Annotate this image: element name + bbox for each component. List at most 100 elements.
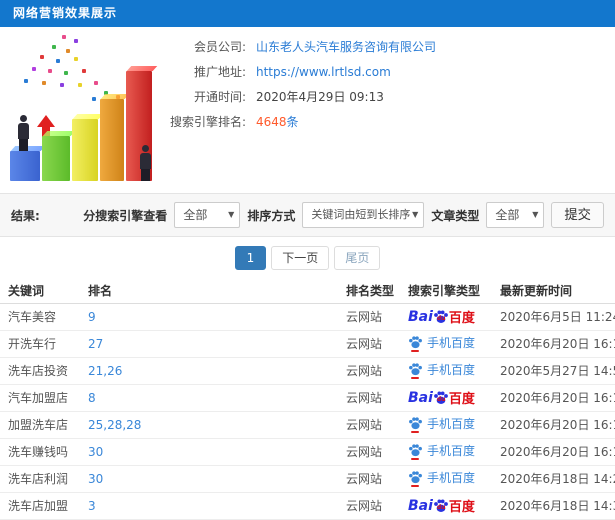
page-title: 网络营销效果展示 <box>0 0 615 27</box>
baidu-logo: Bai du 百度 <box>408 308 475 327</box>
col-engine-type: 搜索引擎类型 <box>404 278 496 304</box>
engine-cell: Bai du 百度 <box>404 303 496 331</box>
updated-cell: 2020年6月20日 16:11 <box>496 411 615 439</box>
rank-cell[interactable]: 30 <box>84 465 342 493</box>
sort-label: 排序方式 <box>247 208 296 223</box>
chevron-down-icon: ▼ <box>532 210 539 219</box>
updated-cell: 2020年6月5日 11:24 <box>496 303 615 331</box>
baidu-logo: Bai du 百度 <box>408 389 475 408</box>
growth-arrow-icon <box>37 115 55 147</box>
mobile-baidu-paw-icon <box>408 416 423 433</box>
rank-cell[interactable]: 3 <box>84 492 342 520</box>
promo-url-link[interactable]: https://www.lrtlsd.com <box>256 65 391 79</box>
mobile-baidu-logo: 手机百度 <box>408 415 475 433</box>
updated-cell: 2020年6月18日 14:30 <box>496 492 615 520</box>
engine-cell: 手机百度 <box>404 357 496 385</box>
mobile-baidu-paw-icon <box>408 443 423 460</box>
next-page-button[interactable]: 下一页 <box>271 245 330 270</box>
rank-cell[interactable]: 30 <box>84 438 342 466</box>
rank-cell[interactable]: 21,26 <box>84 357 342 385</box>
mobile-baidu-logo: 手机百度 <box>408 361 475 379</box>
rank-cell[interactable]: 27 <box>84 330 342 358</box>
filter-bar: 结果: 分搜索引擎查看 全部 ▼ 排序方式 关键词由短到长排序 ▼ 文章类型 全部 ▼… <box>0 193 615 237</box>
mobile-baidu-paw-icon <box>408 470 423 487</box>
chart-bar-yellow <box>72 119 98 181</box>
businessman-figure-right <box>140 145 151 181</box>
updated-cell: 2020年6月20日 16:12 <box>496 438 615 466</box>
table-row: 汽车美容 9 云网站 Bai du 百度 2020年6月5日 11:24 <box>0 303 615 331</box>
keyword-cell: 洗车店利润 <box>0 465 84 493</box>
table-row: 洗车店加盟 3 云网站 Baidu百度 2020年6月18日 14:30 <box>0 492 615 520</box>
chart-bar-orange <box>100 99 124 181</box>
info-row-rank: 搜索引擎排名: 4648条 <box>162 109 615 134</box>
baidu-paw-icon: du <box>432 498 450 514</box>
open-time-label: 开通时间: <box>193 90 246 104</box>
col-rank: 排名 <box>84 278 342 304</box>
submit-button[interactable]: 提交 <box>551 202 604 228</box>
chevron-down-icon: ▼ <box>228 210 235 219</box>
engine-cell: 手机百度 <box>404 411 496 439</box>
keyword-cell: 汽车加盟店 <box>0 384 84 412</box>
table-row: 汽车加盟店 8 云网站 Baidu百度 2020年6月20日 16:12 <box>0 384 615 412</box>
table-row: 洗车店利润 30 云网站 手机百度 2020年6月18日 14:27 <box>0 465 615 493</box>
col-updated: 最新更新时间 <box>496 278 615 304</box>
pagination: 1 下一页 尾页 <box>0 237 615 278</box>
baidu-logo: Bai du 百度 <box>408 497 475 516</box>
page-1-button[interactable]: 1 <box>234 245 267 270</box>
rank-type-cell: 云网站 <box>342 384 404 412</box>
engine-filter-select[interactable]: 全部 ▼ <box>174 202 241 228</box>
engine-cell: 手机百度 <box>404 438 496 466</box>
updated-cell: 2020年6月18日 14:27 <box>496 465 615 493</box>
mobile-baidu-paw-icon <box>408 335 423 352</box>
table-row: 加盟洗车店 25,28,28 云网站 手机百度 2020年6月20日 16:11 <box>0 411 615 439</box>
keyword-cell: 洗车店加盟 <box>0 492 84 520</box>
rank-type-cell: 云网站 <box>342 303 404 331</box>
mobile-baidu-logo: 手机百度 <box>408 469 475 487</box>
sort-select[interactable]: 关键词由短到长排序 ▼ <box>302 202 425 228</box>
info-row-opened: 开通时间: 2020年4月29日 09:13 <box>162 84 615 109</box>
promo-url-label: 推广地址: <box>193 65 246 79</box>
open-time-value: 2020年4月29日 09:13 <box>256 90 384 104</box>
table-row: 洗车店投资 21,26 云网站 手机百度 2020年5月27日 14:58 <box>0 357 615 385</box>
chart-bar-blue <box>10 151 40 181</box>
info-row-url: 推广地址: https://www.lrtlsd.com <box>162 59 615 84</box>
mobile-baidu-logo: 手机百度 <box>408 442 475 460</box>
rank-cell[interactable]: 8 <box>84 384 342 412</box>
keyword-cell: 汽车美容 <box>0 303 84 331</box>
rank-type-cell: 云网站 <box>342 438 404 466</box>
result-label: 结果: <box>11 208 40 223</box>
businessman-figure-left <box>18 115 29 151</box>
article-type-select[interactable]: 全部 ▼ <box>486 202 545 228</box>
rank-type-cell: 云网站 <box>342 492 404 520</box>
engine-cell: Bai du 百度 <box>404 384 496 412</box>
engine-cell: 手机百度 <box>404 330 496 358</box>
rank-cell[interactable]: 25,28,28 <box>84 411 342 439</box>
engine-rank-value: 4648条 <box>256 115 299 129</box>
table-row: 洗车赚钱吗 30 云网站 手机百度 2020年6月20日 16:12 <box>0 438 615 466</box>
rank-type-cell: 云网站 <box>342 465 404 493</box>
rank-type-cell: 云网站 <box>342 330 404 358</box>
last-page-button[interactable]: 尾页 <box>334 245 381 270</box>
table-row: 开洗车行 27 云网站 手机百度 2020年6月20日 16:16 <box>0 330 615 358</box>
baidu-paw-icon: du <box>432 390 450 406</box>
growth-chart-illustration <box>4 33 158 189</box>
updated-cell: 2020年5月27日 14:58 <box>496 357 615 385</box>
rank-type-cell: 云网站 <box>342 357 404 385</box>
company-label: 会员公司: <box>193 40 246 54</box>
mobile-baidu-logo: 手机百度 <box>408 334 475 352</box>
baidu-paw-icon: du <box>432 309 450 325</box>
engine-cell: 手机百度 <box>404 465 496 493</box>
mobile-baidu-paw-icon <box>408 362 423 379</box>
keyword-cell: 洗车赚钱吗 <box>0 438 84 466</box>
company-name-link[interactable]: 山东老人头汽车服务咨询有限公司 <box>256 38 436 55</box>
company-info: 会员公司: 山东老人头汽车服务咨询有限公司 推广地址: https://www.… <box>162 27 615 134</box>
col-rank-type: 排名类型 <box>342 278 404 304</box>
info-section: 会员公司: 山东老人头汽车服务咨询有限公司 推广地址: https://www.… <box>0 27 615 193</box>
keyword-ranking-table: 关键词 排名 排名类型 搜索引擎类型 最新更新时间 汽车美容 9 云网站 Bai… <box>0 278 615 520</box>
updated-cell: 2020年6月20日 16:16 <box>496 330 615 358</box>
keyword-cell: 洗车店投资 <box>0 357 84 385</box>
keyword-cell: 加盟洗车店 <box>0 411 84 439</box>
rank-cell[interactable]: 9 <box>84 303 342 331</box>
info-row-company: 会员公司: 山东老人头汽车服务咨询有限公司 <box>162 34 615 59</box>
engine-rank-label: 搜索引擎排名: <box>169 115 246 129</box>
